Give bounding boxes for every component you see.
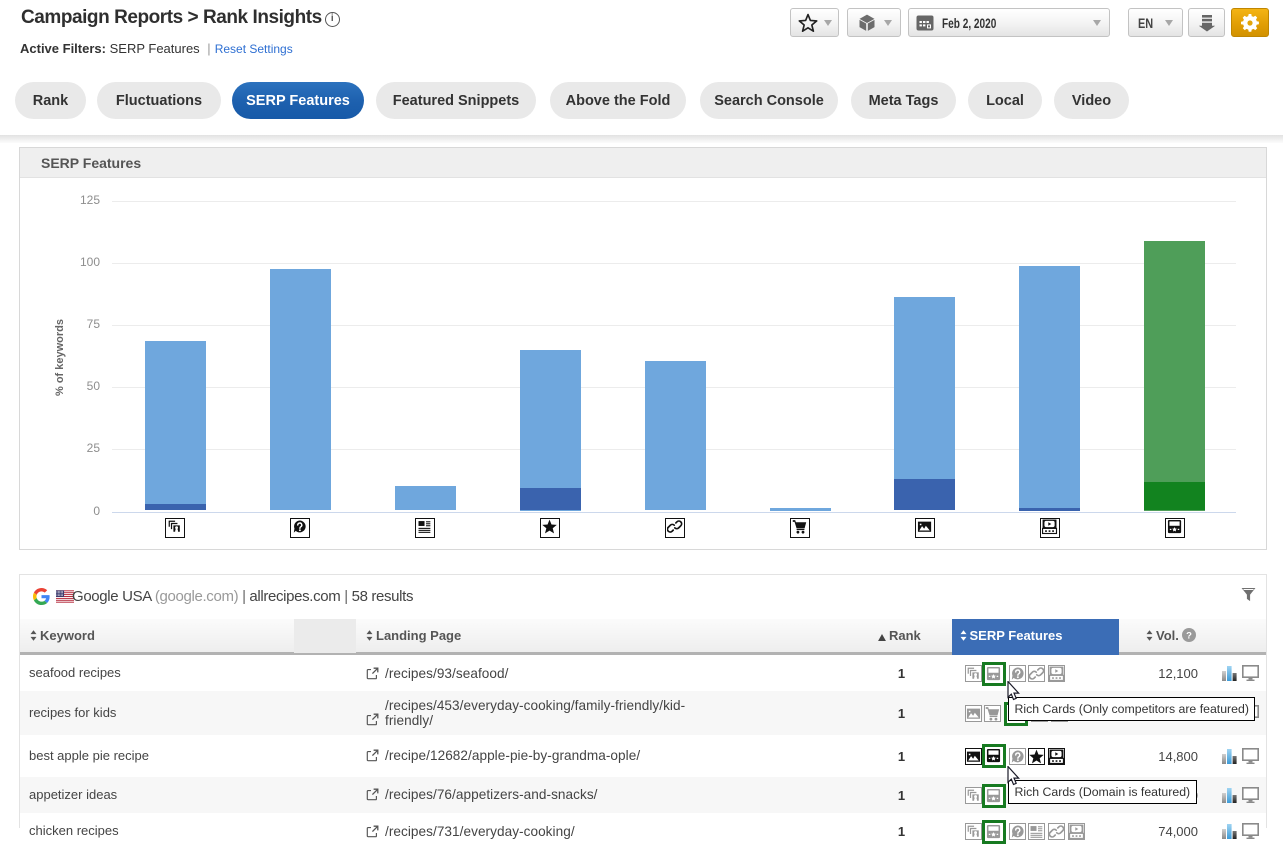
- svg-text:?: ?: [1187, 630, 1193, 641]
